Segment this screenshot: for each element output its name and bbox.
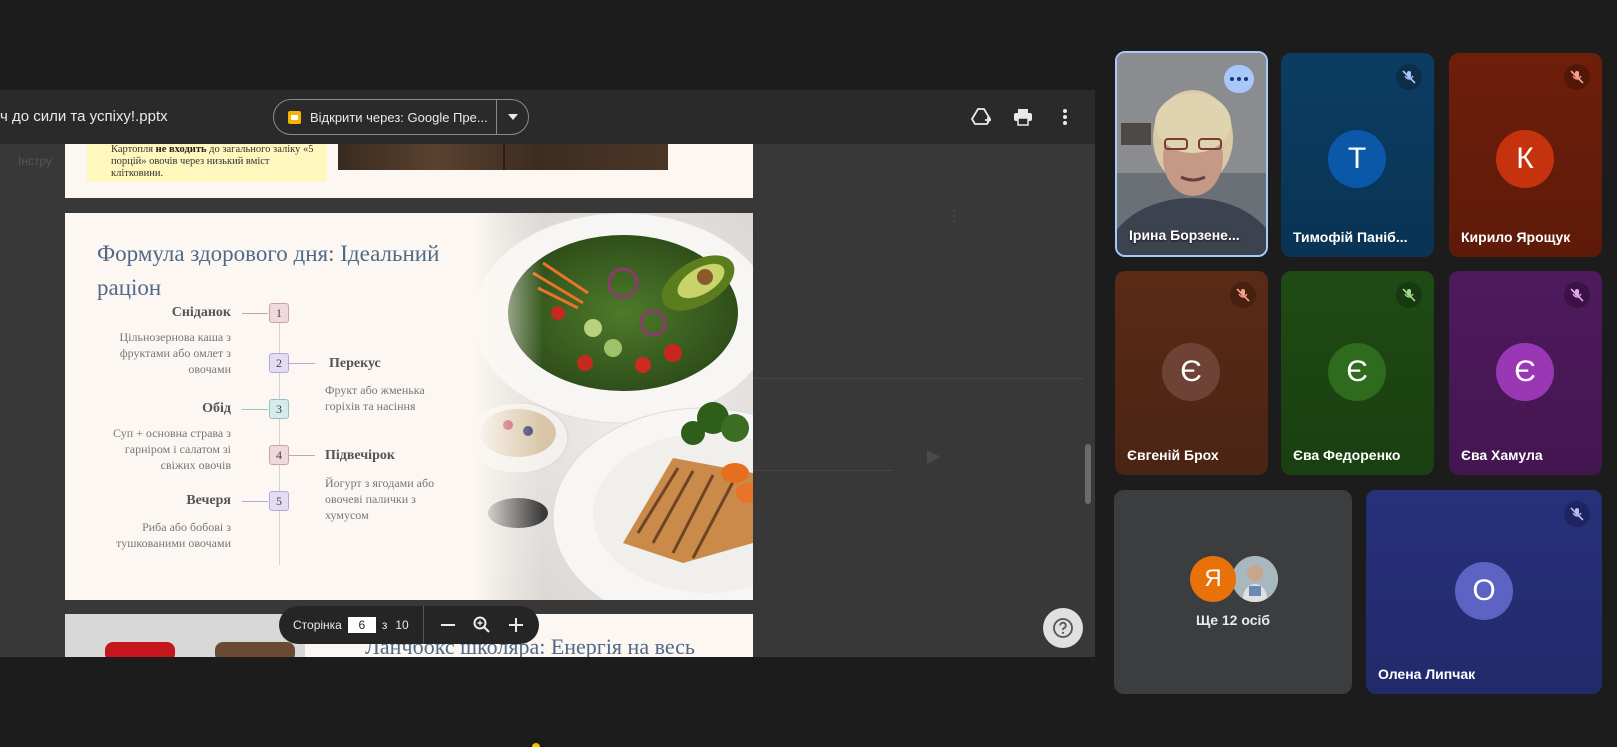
- participant-tile-video[interactable]: Ірина Борзене...: [1115, 51, 1268, 257]
- page-number-input[interactable]: 6: [347, 617, 376, 633]
- scrollbar-thumb[interactable]: [1085, 444, 1091, 504]
- step-connector: [289, 363, 315, 364]
- mic-off-icon: [1564, 282, 1590, 308]
- page-toolbar: Сторінка 6 з 10: [279, 606, 539, 644]
- page-total: 10: [395, 618, 409, 632]
- help-icon[interactable]: [1043, 608, 1083, 648]
- zoom-in-icon[interactable]: [502, 611, 530, 639]
- file-name: ч до сили та успіху!.pptx: [0, 108, 168, 125]
- more-vert-icon[interactable]: [1053, 105, 1077, 129]
- meal-title: Обід: [202, 401, 231, 416]
- print-icon[interactable]: [1011, 105, 1035, 129]
- participant-name: Тимофій Паніб...: [1293, 229, 1408, 245]
- timeline-line: [279, 303, 280, 565]
- more-options-button[interactable]: [1224, 65, 1254, 93]
- mic-off-icon: [1230, 282, 1256, 308]
- avatar: Є: [1162, 343, 1220, 401]
- lunchbox-food: [215, 642, 295, 657]
- slide-5-partial: Картопля не входить до загального заліку…: [65, 144, 753, 198]
- cursor-indicator: [532, 743, 540, 747]
- step-connector: [242, 313, 268, 314]
- slide-title: Формула здорового дня: Ідеальний раціон: [97, 241, 440, 300]
- more-participants-tile[interactable]: Я Ще 12 осіб: [1114, 490, 1352, 694]
- participant-name: Євгеній Брох: [1127, 447, 1219, 463]
- chevron-down-icon: [507, 114, 518, 120]
- meal-title: Підвечірок: [325, 448, 395, 463]
- mic-off-icon: [1396, 282, 1422, 308]
- wood-image: [338, 144, 668, 170]
- avatar: Т: [1328, 130, 1386, 188]
- viewer-toolbar: ч до сили та успіху!.pptx Відкрити через…: [0, 90, 1095, 144]
- background-tab-text: Інстру: [18, 154, 52, 168]
- participant-name: Кирило Ярощук: [1461, 229, 1571, 245]
- participant-tile[interactable]: Є Єва Федоренко: [1281, 271, 1434, 475]
- background-divider: [753, 470, 893, 471]
- zoom-out-icon[interactable]: [434, 611, 462, 639]
- meal-desc: Суп + основна страва з гарніром і салато…: [113, 426, 231, 472]
- step-number-1: 1: [269, 303, 289, 323]
- meal-desc: Риба або бобові з тушкованими овочами: [116, 520, 231, 550]
- lunchbox-food: [105, 642, 175, 657]
- participant-name: Єва Хамула: [1461, 447, 1543, 463]
- meal-title: Сніданок: [171, 305, 231, 320]
- step-connector: [289, 455, 315, 456]
- meet-window: ч до сили та успіху!.pptx Відкрити через…: [0, 0, 1617, 747]
- add-to-drive-icon[interactable]: [970, 105, 994, 129]
- avatar: К: [1496, 130, 1554, 188]
- step-connector: [242, 409, 268, 410]
- participant-tile[interactable]: О Олена Липчак: [1366, 490, 1602, 694]
- open-with-main[interactable]: Відкрити через: Google Пре...: [274, 100, 497, 134]
- potato-note: Картопля не входить до загального заліку…: [87, 144, 327, 182]
- avatar: Є: [1496, 343, 1554, 401]
- participant-name: Олена Липчак: [1378, 666, 1476, 682]
- open-with-dropdown[interactable]: [497, 114, 528, 120]
- page-label: Сторінка: [293, 618, 342, 632]
- avatar: О: [1455, 562, 1513, 620]
- participant-tile[interactable]: К Кирило Ярощук: [1449, 53, 1602, 257]
- participant-name: Ірина Борзене...: [1129, 227, 1240, 243]
- meal-desc: Фрукт або жменька горіхів та насіння: [325, 383, 425, 413]
- open-with-label: Відкрити через: Google Пре...: [310, 109, 488, 125]
- photo-fade: [473, 213, 543, 600]
- background-divider: [753, 378, 1083, 379]
- zoom-fit-icon[interactable]: [468, 611, 496, 639]
- step-number-2: 2: [269, 353, 289, 373]
- meal-title: Перекус: [329, 356, 381, 371]
- meal-desc: Цільнозернова каша з фруктами або омлет …: [119, 330, 232, 376]
- note-text: Картопля: [111, 144, 156, 155]
- meal-title: Вечеря: [186, 493, 231, 508]
- participant-tile[interactable]: Є Євгеній Брох: [1115, 271, 1268, 475]
- mic-off-icon: [1564, 501, 1590, 527]
- meal-desc: Йогурт з ягодами або овочеві палички з х…: [325, 476, 435, 522]
- avatar-photo: [1232, 556, 1278, 602]
- participant-name: Єва Федоренко: [1293, 447, 1401, 463]
- step-number-3: 3: [269, 399, 289, 419]
- avatar: Я: [1190, 556, 1236, 602]
- toolbar-divider: [422, 606, 424, 644]
- note-bold: не входить: [155, 144, 207, 155]
- google-slides-icon: [288, 110, 301, 124]
- background-send-icon: [927, 450, 941, 464]
- open-with-button[interactable]: Відкрити через: Google Пре...: [273, 99, 529, 135]
- participant-tile[interactable]: Т Тимофій Паніб...: [1281, 53, 1434, 257]
- more-participants-label: Ще 12 осіб: [1195, 612, 1271, 628]
- slide-6: Формула здорового дня: Ідеальний раціон …: [65, 213, 753, 600]
- food-photo: [473, 213, 753, 600]
- avatar: Є: [1328, 343, 1386, 401]
- background-more-icon: ⋮: [946, 208, 962, 225]
- step-number-5: 5: [269, 491, 289, 511]
- page-of-label: з: [381, 618, 388, 632]
- lunchbox-image: [65, 614, 305, 657]
- mic-off-icon: [1564, 64, 1590, 90]
- participant-tile[interactable]: Є Єва Хамула: [1449, 271, 1602, 475]
- mic-off-icon: [1396, 64, 1422, 90]
- step-connector: [242, 501, 268, 502]
- step-number-4: 4: [269, 445, 289, 465]
